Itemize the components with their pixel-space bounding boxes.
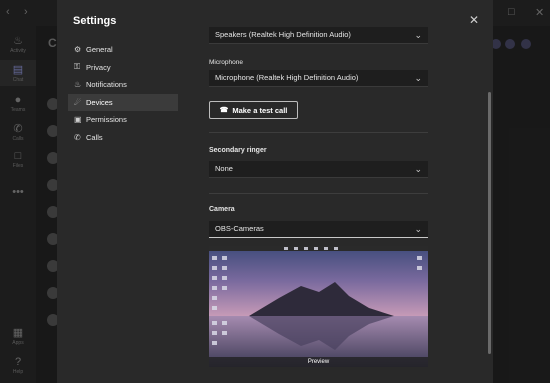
camera-select[interactable]: OBS-Cameras ⌄: [209, 221, 428, 238]
test-call-icon: ☎: [219, 107, 229, 114]
dialog-title: Settings: [73, 15, 117, 27]
lock-icon: ⚿: [74, 62, 81, 71]
nav-label: Permissions: [86, 115, 127, 124]
nav-item-notifications[interactable]: ♨ Notifications: [68, 76, 178, 93]
speaker-select[interactable]: Speakers (Realtek High Definition Audio)…: [209, 27, 428, 44]
shield-icon: ▣: [74, 115, 82, 124]
scrollbar-thumb[interactable]: [488, 92, 491, 354]
settings-dialog: Settings ✕ ⚙ General ⚿ Privacy ♨ Notific…: [57, 0, 493, 383]
nav-item-general[interactable]: ⚙ General: [68, 41, 178, 58]
nav-label: Devices: [86, 97, 113, 107]
microphone-select[interactable]: Microphone (Realtek High Definition Audi…: [209, 70, 428, 87]
bell-icon: ♨: [74, 80, 82, 89]
speaker-value: Speakers (Realtek High Definition Audio): [215, 30, 351, 39]
nav-label: Notifications: [86, 80, 127, 89]
nav-item-permissions[interactable]: ▣ Permissions: [68, 111, 178, 128]
microphone-value: Microphone (Realtek High Definition Audi…: [215, 73, 359, 82]
chevron-down-icon: ⌄: [414, 164, 422, 174]
preview-caption: Preview: [209, 357, 428, 367]
secondary-ringer-select[interactable]: None ⌄: [209, 161, 428, 178]
phone-icon: ✆: [74, 132, 81, 142]
nav-item-privacy[interactable]: ⚿ Privacy: [68, 59, 178, 76]
secondary-ringer-label: Secondary ringer: [209, 147, 267, 154]
chevron-down-icon: ⌄: [414, 30, 422, 40]
make-test-call-button[interactable]: ☎ Make a test call: [209, 101, 298, 119]
nav-label: General: [86, 45, 113, 54]
camera-value: OBS-Cameras: [215, 224, 264, 233]
camera-preview: Preview: [209, 246, 428, 367]
preview-image: [209, 246, 428, 367]
settings-nav: ⚙ General ⚿ Privacy ♨ Notifications ☄ De…: [68, 41, 178, 146]
section-divider: [209, 132, 428, 133]
close-icon[interactable]: ✕: [469, 13, 479, 27]
chevron-down-icon: ⌄: [414, 73, 422, 83]
test-call-label: Make a test call: [232, 105, 288, 115]
camera-label: Camera: [209, 206, 235, 213]
devices-icon: ☄: [74, 97, 82, 107]
section-divider: [209, 193, 428, 194]
nav-label: Calls: [86, 132, 103, 142]
nav-item-devices[interactable]: ☄ Devices: [68, 93, 178, 111]
nav-item-calls[interactable]: ✆ Calls: [68, 129, 178, 146]
gear-icon: ⚙: [74, 45, 82, 54]
microphone-label: Microphone: [209, 59, 243, 66]
secondary-ringer-value: None: [215, 164, 233, 173]
chevron-down-icon: ⌄: [414, 224, 422, 234]
nav-label: Privacy: [86, 62, 111, 72]
